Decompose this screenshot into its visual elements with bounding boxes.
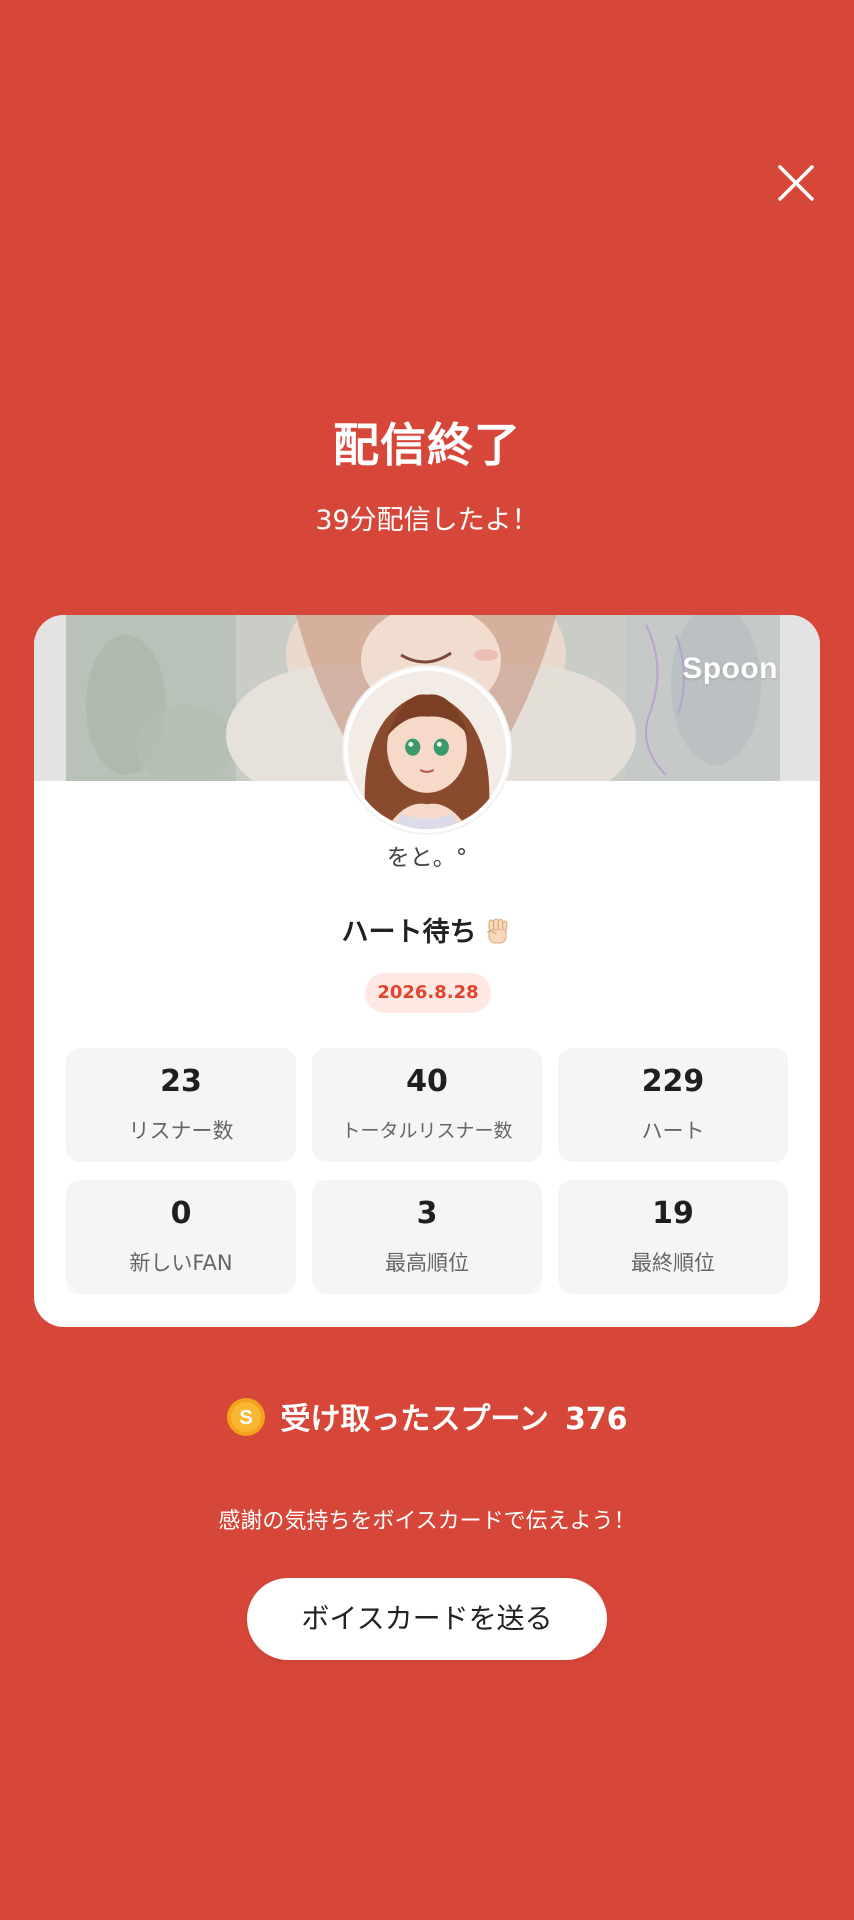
stat-label: 最終順位 <box>631 1251 715 1275</box>
stat-value: 229 <box>641 1064 705 1099</box>
stat-value: 23 <box>160 1064 202 1099</box>
stat-label: 最高順位 <box>385 1251 469 1275</box>
thanks-message: 感謝の気持ちをボイスカードで伝えよう！ <box>218 1509 636 1534</box>
close-icon <box>778 165 814 201</box>
broadcast-summary-card: Spoon をと。° ハート待ち 2026.8.28 23 リスナー数 40 ト… <box>34 615 820 1327</box>
received-spoons: S 受け取ったスプーン 376 <box>0 1397 854 1441</box>
avatar-image <box>348 671 506 829</box>
avatar[interactable] <box>344 667 510 833</box>
stat-final-rank: 19 最終順位 <box>558 1180 788 1294</box>
stat-highest-rank: 3 最高順位 <box>312 1180 542 1294</box>
spoons-label: 受け取ったスプーン <box>280 1402 549 1437</box>
spoon-coin-icon: S <box>226 1397 266 1437</box>
stat-total-listeners: 40 トータルリスナー数 <box>312 1048 542 1162</box>
stat-label: 新しいFAN <box>129 1251 233 1275</box>
close-button[interactable] <box>773 160 819 206</box>
spoon-logo: Spoon <box>682 652 778 685</box>
stat-label: リスナー数 <box>128 1119 234 1143</box>
date-badge: 2026.8.28 <box>365 973 491 1013</box>
svg-text:S: S <box>240 1407 253 1429</box>
username: をと。° <box>386 845 468 871</box>
stat-value: 40 <box>406 1064 448 1099</box>
stats-grid: 23 リスナー数 40 トータルリスナー数 229 ハート 0 新しいFAN 3… <box>66 1048 788 1294</box>
stat-new-fans: 0 新しいFAN <box>66 1180 296 1294</box>
stat-hearts: 229 ハート <box>558 1048 788 1162</box>
broadcast-title-row: ハート待ち <box>34 913 820 953</box>
stat-value: 19 <box>652 1196 694 1231</box>
stat-value: 0 <box>170 1196 192 1231</box>
broadcast-duration: 39分配信したよ！ <box>315 505 539 536</box>
broadcast-title: ハート待ち <box>341 917 477 948</box>
stat-value: 3 <box>416 1196 438 1231</box>
stat-label: トータルリスナー数 <box>341 1120 513 1142</box>
page-title: 配信終了 <box>333 418 521 472</box>
send-voice-card-button[interactable]: ボイスカードを送る <box>247 1578 607 1660</box>
stat-label: ハート <box>641 1119 705 1143</box>
spoons-count: 376 <box>564 1402 628 1437</box>
raised-fist-emoji-icon <box>481 915 513 947</box>
stat-listeners: 23 リスナー数 <box>66 1048 296 1162</box>
